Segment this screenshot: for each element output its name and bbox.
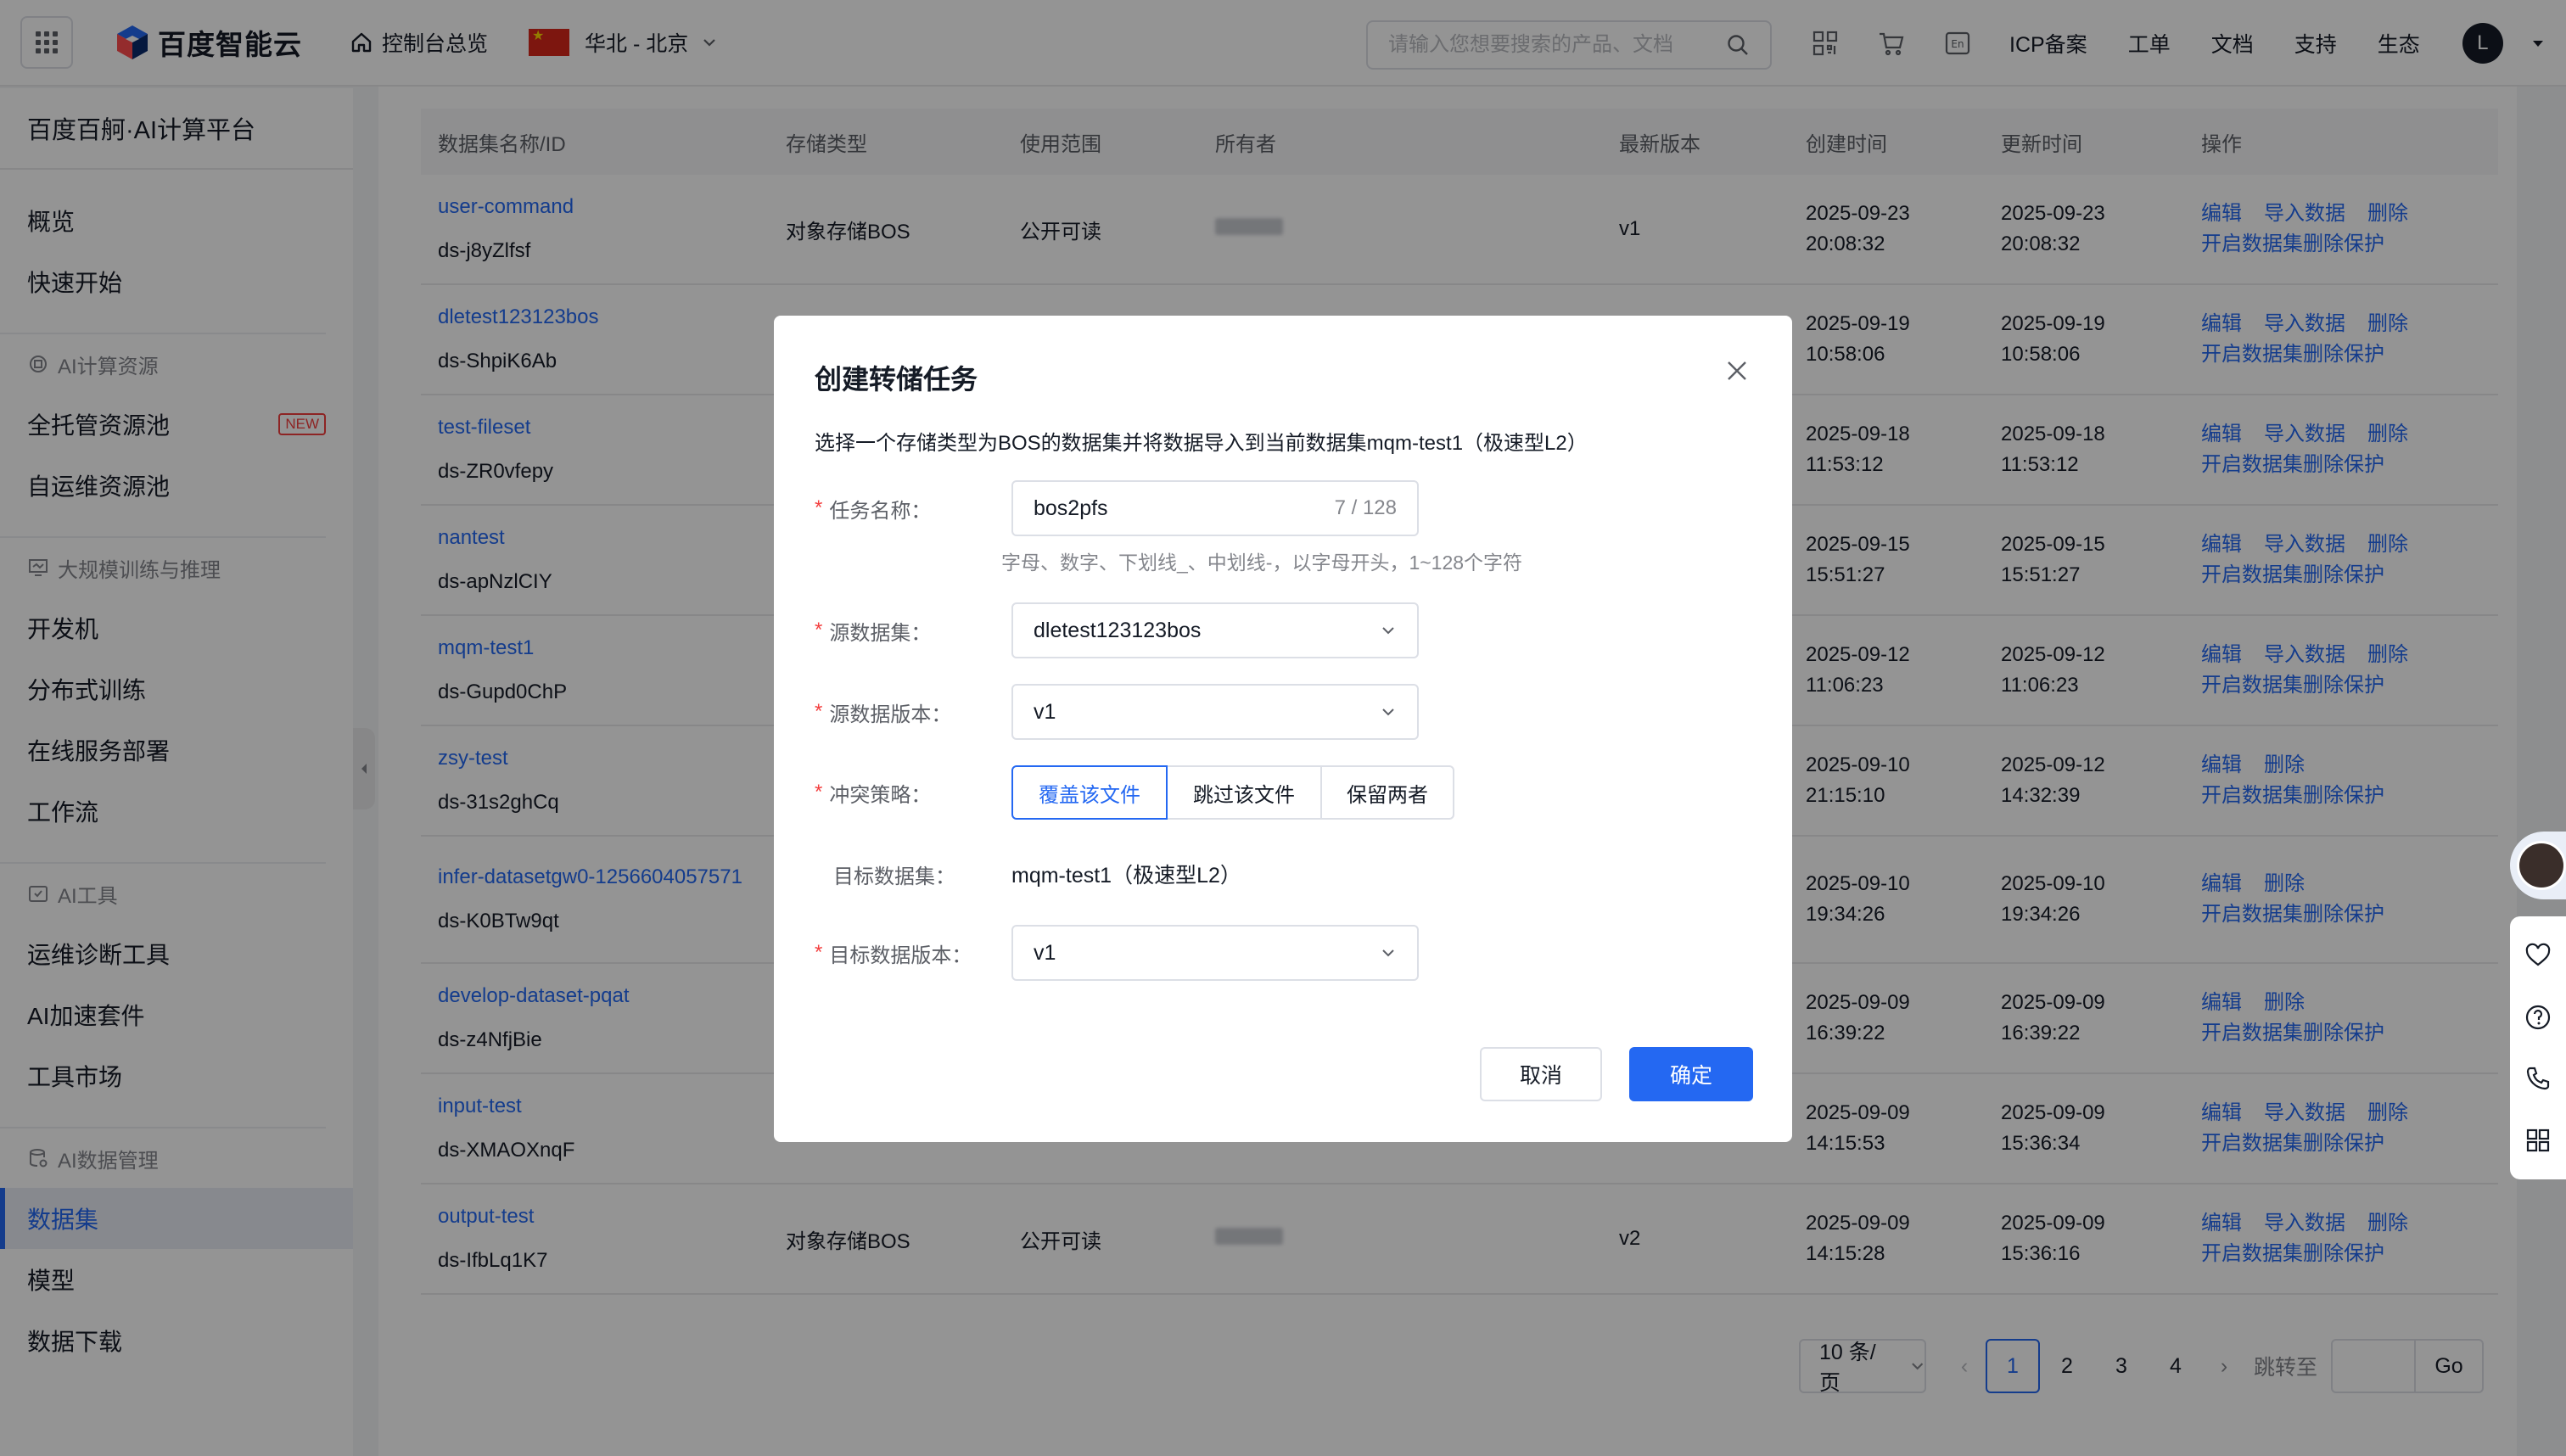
chevron-down-icon — [1382, 627, 1394, 635]
heart-icon[interactable] — [2524, 941, 2552, 970]
floating-tools — [2510, 916, 2566, 1179]
cancel-button[interactable]: 取消 — [1480, 1047, 1602, 1101]
confirm-button[interactable]: 确定 — [1629, 1047, 1753, 1101]
target-version-label: * 目标数据版本： — [815, 941, 972, 967]
task-name-label: * 任务名称： — [815, 496, 932, 523]
target-version-select[interactable]: v1 — [1011, 925, 1419, 981]
chevron-down-icon — [1382, 708, 1394, 716]
source-dataset-select[interactable]: dletest123123bos — [1011, 602, 1419, 658]
conflict-skip-option[interactable]: 跳过该文件 — [1166, 765, 1322, 820]
target-dataset-label: 目标数据集： — [833, 865, 955, 888]
target-version-value: v1 — [1034, 940, 1056, 965]
conflict-strategy-group: 覆盖该文件 跳过该文件 保留两者 — [1011, 765, 1454, 820]
chevron-down-icon — [1382, 949, 1394, 957]
source-version-row: * 源数据版本： v1 — [815, 684, 1419, 740]
target-dataset-value: mqm-test1（极速型L2） — [1011, 864, 1241, 888]
apps-icon[interactable] — [2524, 1126, 2552, 1155]
close-icon[interactable] — [1726, 360, 1748, 382]
target-dataset-row: 目标数据集： mqm-test1（极速型L2） — [815, 847, 1241, 901]
help-icon[interactable] — [2524, 1003, 2552, 1032]
create-transfer-task-dialog: 创建转储任务 选择一个存储类型为BOS的数据集并将数据导入到当前数据集mqm-t… — [774, 316, 1792, 1142]
phone-icon[interactable] — [2524, 1064, 2552, 1093]
source-dataset-row: * 源数据集： dletest123123bos — [815, 602, 1419, 658]
target-version-row: * 目标数据版本： v1 — [815, 925, 1419, 981]
task-name-row: * 任务名称： bos2pfs 7 / 128 — [815, 480, 1419, 536]
char-counter: 7 / 128 — [1334, 496, 1397, 519]
task-name-input[interactable]: bos2pfs 7 / 128 — [1011, 480, 1419, 536]
conflict-overwrite-option[interactable]: 覆盖该文件 — [1011, 765, 1168, 820]
task-name-hint: 字母、数字、下划线_、中划线-，以字母开头，1~128个字符 — [1001, 552, 1523, 574]
source-version-label: * 源数据版本： — [815, 700, 952, 726]
task-name-value: bos2pfs — [1034, 496, 1108, 520]
conflict-keep-both-option[interactable]: 保留两者 — [1320, 765, 1454, 820]
conflict-strategy-row: * 冲突策略： 覆盖该文件 跳过该文件 保留两者 — [815, 765, 1454, 820]
source-dataset-value: dletest123123bos — [1034, 618, 1202, 642]
conflict-strategy-label: * 冲突策略： — [815, 781, 932, 807]
source-version-select[interactable]: v1 — [1011, 684, 1419, 740]
source-version-value: v1 — [1034, 699, 1056, 724]
dialog-description: 选择一个存储类型为BOS的数据集并将数据导入到当前数据集mqm-test1（极速… — [815, 432, 1588, 455]
source-dataset-label: * 源数据集： — [815, 619, 932, 645]
dialog-title: 创建转储任务 — [815, 364, 978, 395]
assistant-avatar-image — [2517, 841, 2566, 890]
